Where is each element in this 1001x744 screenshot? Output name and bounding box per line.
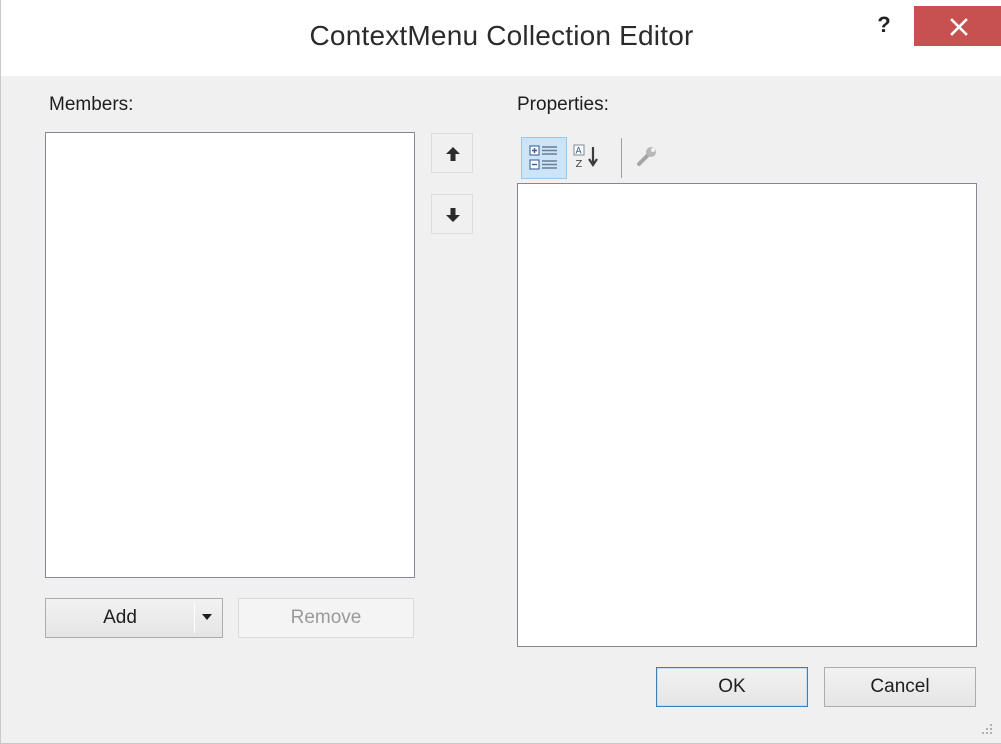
close-button[interactable]: [914, 6, 1001, 46]
alphabetical-sort-icon: A Z: [573, 144, 598, 170]
arrow-down-icon: [446, 208, 460, 222]
close-icon: [950, 18, 968, 36]
add-split-button[interactable]: Add: [45, 598, 223, 638]
move-down-button[interactable]: [431, 194, 473, 234]
svg-text:A: A: [576, 147, 583, 157]
ok-button[interactable]: OK: [656, 667, 808, 707]
cancel-button[interactable]: Cancel: [824, 667, 976, 707]
toolbar-separator: [621, 138, 622, 178]
arrow-up-icon: [446, 147, 460, 161]
dropdown-arrow-icon[interactable]: [202, 614, 212, 620]
resize-grip-icon[interactable]: [981, 723, 993, 735]
categorized-icon: [529, 145, 557, 170]
property-pages-button[interactable]: [627, 137, 673, 179]
remove-button[interactable]: Remove: [238, 598, 414, 638]
add-button-label: Add: [103, 607, 137, 628]
members-list[interactable]: [45, 132, 415, 578]
members-label: Members:: [49, 94, 134, 115]
move-up-button[interactable]: [431, 133, 473, 173]
dialog-title: ContextMenu Collection Editor: [309, 20, 694, 51]
title-bar: ContextMenu Collection Editor ?: [1, 0, 1001, 76]
property-pages-icon: [637, 147, 656, 166]
property-grid[interactable]: [517, 183, 977, 647]
split-separator: [194, 603, 195, 633]
alphabetical-button[interactable]: A Z: [567, 137, 613, 179]
help-button[interactable]: ?: [866, 10, 902, 46]
properties-label: Properties:: [517, 94, 609, 115]
categorized-button[interactable]: [521, 137, 567, 179]
collection-editor-dialog: ContextMenu Collection Editor ? Members:…: [0, 0, 1001, 744]
svg-text:Z: Z: [576, 159, 583, 170]
